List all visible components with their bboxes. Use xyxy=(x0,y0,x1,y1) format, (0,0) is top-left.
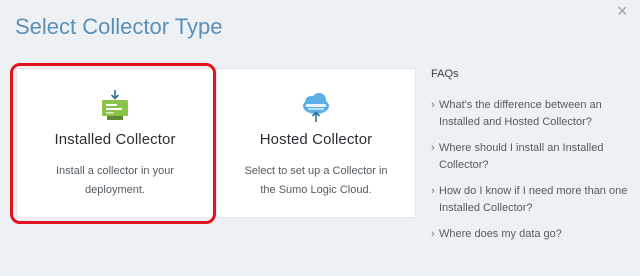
installed-collector-description: Install a collector in your deployment. xyxy=(56,165,174,196)
installed-collector-card[interactable]: Installed Collector Install a collector … xyxy=(16,68,214,218)
dialog-title: Select Collector Type xyxy=(15,14,223,39)
faq-item[interactable]: › Where does my data go? xyxy=(431,226,631,243)
chevron-right-icon: › xyxy=(431,228,435,240)
faq-panel: FAQs › What's the difference between an … xyxy=(431,68,631,252)
chevron-right-icon: › xyxy=(431,185,435,197)
faq-link[interactable]: How do I know if I need more than one In… xyxy=(439,185,627,214)
chevron-right-icon: › xyxy=(431,99,435,111)
chevron-right-icon: › xyxy=(431,142,435,154)
faq-heading: FAQs xyxy=(431,68,459,80)
hosted-collector-title: Hosted Collector xyxy=(259,131,373,148)
server-download-icon xyxy=(100,89,130,128)
faq-link[interactable]: Where does my data go? xyxy=(439,228,562,240)
close-icon[interactable]: × xyxy=(617,2,628,20)
installed-collector-title: Installed Collector xyxy=(54,131,176,148)
cloud-upload-icon xyxy=(300,89,332,128)
faq-link[interactable]: What's the difference between an Install… xyxy=(439,99,602,128)
faq-item[interactable]: › What's the difference between an Insta… xyxy=(431,97,631,131)
faq-link[interactable]: Where should I install an Installed Coll… xyxy=(439,142,603,171)
faq-item[interactable]: › How do I know if I need more than one … xyxy=(431,183,631,217)
hosted-collector-description: Select to set up a Collector in the Sumo… xyxy=(244,165,388,196)
hosted-collector-card[interactable]: Hosted Collector Select to set up a Coll… xyxy=(216,68,416,218)
faq-item[interactable]: › Where should I install an Installed Co… xyxy=(431,140,631,174)
